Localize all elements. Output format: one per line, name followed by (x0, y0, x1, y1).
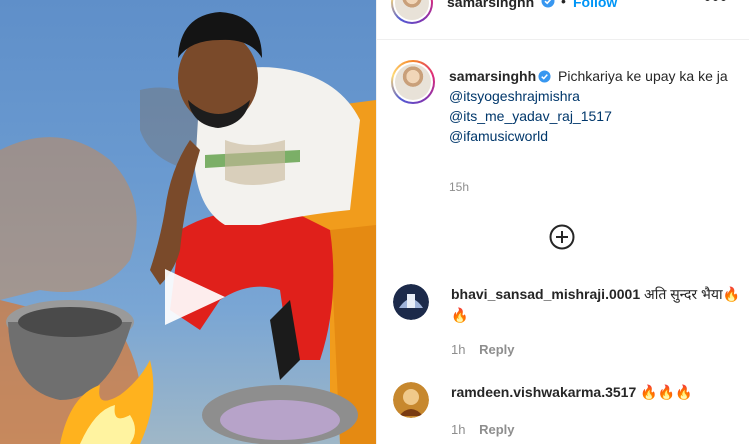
reply-button[interactable]: Reply (479, 342, 514, 357)
mention-link[interactable]: @ifamusicworld (449, 126, 739, 146)
comment-text: 🔥🔥🔥 (640, 384, 693, 400)
caption-timestamp[interactable]: 15h (449, 180, 469, 194)
caption-username[interactable]: samarsinghh (449, 68, 536, 84)
reply-button[interactable]: Reply (479, 422, 514, 437)
comment-avatar[interactable] (393, 284, 429, 320)
comment-username[interactable]: ramdeen.vishwakarma.3517 (451, 384, 636, 400)
comment-timestamp[interactable]: 1h (451, 422, 465, 437)
header-username[interactable]: samarsinghh (447, 0, 534, 10)
header-avatar[interactable] (391, 0, 433, 24)
mention-link[interactable]: @itsyogeshrajmishra (449, 86, 739, 106)
comment-avatar[interactable] (393, 382, 429, 418)
post-header: samarsinghh • Follow ••• (377, 0, 749, 40)
plus-circle-icon[interactable] (549, 224, 575, 250)
more-options-icon[interactable]: ••• (704, 0, 728, 11)
play-icon[interactable] (159, 265, 229, 329)
header-separator: • (561, 0, 566, 9)
mention-link[interactable]: @its_me_yadav_raj_1517 (449, 106, 739, 126)
caption-avatar[interactable] (391, 60, 435, 104)
verified-badge-icon (541, 0, 555, 8)
post-sidebar: samarsinghh • Follow ••• samarsinghh Pic… (376, 0, 749, 444)
caption-text: Pichkariya ke upay ka ke ja (558, 68, 728, 84)
comment-username[interactable]: bhavi_sansad_mishraji.0001 (451, 286, 640, 302)
video-player[interactable] (0, 0, 376, 444)
comment-timestamp[interactable]: 1h (451, 342, 465, 357)
video-frame (0, 12, 376, 444)
verified-badge-icon (538, 70, 551, 83)
follow-button[interactable]: Follow (573, 0, 617, 10)
